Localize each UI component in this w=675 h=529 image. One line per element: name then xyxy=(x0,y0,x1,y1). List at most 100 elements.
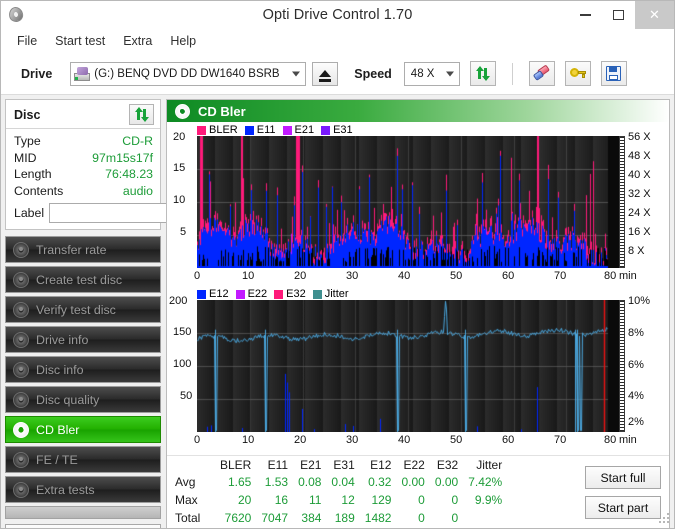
sidebar-item-disc-quality[interactable]: Disc quality xyxy=(5,386,161,413)
sidebar-item-label: Transfer rate xyxy=(36,242,107,257)
cell-total-e22: 0 xyxy=(418,510,425,525)
chevron-down-icon xyxy=(445,71,454,76)
sidebar-item-fe-te[interactable]: FE / TE xyxy=(5,446,161,473)
legend-swatch-bler xyxy=(197,125,206,135)
sidebar-item-verify-test-disc[interactable]: Verify test disc xyxy=(5,296,161,323)
bler-right-tick-24: 24 X xyxy=(628,207,651,219)
e12-ytick-200: 200 xyxy=(169,295,188,307)
cell-avg-bler: 1.65 xyxy=(228,474,252,489)
sidebar-item-extra-tests[interactable]: Extra tests xyxy=(5,476,161,503)
main-content: CD Bler BLER E11 E21 E31 20 15 10 5 56 X… xyxy=(165,95,674,528)
disc-icon xyxy=(175,103,190,119)
refresh-button[interactable] xyxy=(469,61,496,86)
bler-xaxis-unit: min xyxy=(619,270,637,282)
legend-label-e32: E32 xyxy=(286,288,306,300)
cell-avg-e22: 0.00 xyxy=(401,474,425,489)
disc-panel-header: Disc xyxy=(6,100,160,129)
close-button[interactable]: ✕ xyxy=(635,1,674,29)
legend-item-e22: E22 xyxy=(235,288,268,300)
maximize-button[interactable] xyxy=(602,1,635,29)
disc-icon xyxy=(13,271,29,288)
bler-right-tick-32: 32 X xyxy=(628,188,651,200)
menu-item-extra[interactable]: Extra xyxy=(115,31,160,51)
drive-select[interactable]: (G:) BENQ DVD DD DW1640 BSRB xyxy=(70,61,307,86)
legend-label-e31: E31 xyxy=(333,124,353,136)
cell-avg-e32: 0.00 xyxy=(434,474,459,489)
app-window: Opti Drive Control 1.70 ✕ File Start tes… xyxy=(0,0,675,529)
speed-select[interactable]: 48 X xyxy=(403,61,460,86)
menu-item-file[interactable]: File xyxy=(9,31,45,51)
key-icon xyxy=(569,66,586,81)
sidebar-item-transfer-rate[interactable]: Transfer rate xyxy=(5,236,161,263)
sidebar-item-cd-bler[interactable]: CD Bler xyxy=(5,416,161,443)
table-row: Total 7620 7047 384 189 1482 0 0 xyxy=(173,509,507,527)
minimize-button[interactable] xyxy=(569,1,602,29)
disc-row-length: Length 76:48.23 xyxy=(14,166,153,183)
speed-label: Speed xyxy=(354,66,392,81)
sidebar-item-create-test-disc[interactable]: Create test disc xyxy=(5,266,161,293)
legend-swatch-jitter xyxy=(312,289,322,299)
table-row: Max 20 16 11 12 129 0 0 9.9% xyxy=(173,491,507,509)
legend-label-jitter: Jitter xyxy=(324,288,349,300)
sidebar-item-disc-info[interactable]: Disc info xyxy=(5,356,161,383)
menu-item-help[interactable]: Help xyxy=(162,31,204,51)
legend-label-e21: E21 xyxy=(294,124,315,136)
bler-chart-legend: BLER E11 E21 E31 xyxy=(197,124,357,136)
disc-key-length: Length xyxy=(14,167,52,181)
status-window-button[interactable]: Status window > > xyxy=(5,524,161,528)
legend-item-jitter: Jitter xyxy=(312,288,349,300)
panel-title: CD Bler xyxy=(198,103,246,119)
save-button[interactable] xyxy=(600,61,627,86)
erase-button[interactable] xyxy=(528,61,555,86)
drive-select-value: (G:) BENQ DVD DD DW1640 BSRB xyxy=(94,67,280,80)
bler-xtick-60: 60 xyxy=(502,270,515,282)
bler-ytick-20: 20 xyxy=(173,131,186,143)
maximize-icon xyxy=(613,10,624,20)
e12-chart-legend: E12 E22 E32 Jitter xyxy=(197,288,353,300)
e12-right-tick-8pct: 8% xyxy=(628,327,644,339)
sidebar: Disc Type CD-R MID 97m15s17f Length 76:4… xyxy=(1,95,221,528)
bler-ytick-10: 10 xyxy=(173,194,186,206)
floppy-save-icon xyxy=(606,66,622,81)
eject-button[interactable] xyxy=(312,61,339,86)
row-label-avg: Avg xyxy=(175,474,196,489)
charts-area: BLER E11 E21 E31 20 15 10 5 56 X 48 X 40… xyxy=(167,122,669,455)
start-full-button[interactable]: Start full xyxy=(585,466,661,489)
bler-right-tick-8: 8 X xyxy=(628,245,645,257)
disc-panel-title: Disc xyxy=(14,107,41,122)
sidebar-nav: Transfer rate Create test disc Verify te… xyxy=(5,236,161,528)
e12-xtick-40: 40 xyxy=(398,434,411,446)
sidebar-item-drive-info[interactable]: Drive info xyxy=(5,326,161,353)
cell-total-bler: 7620 xyxy=(224,510,252,525)
cell-max-e22: 0 xyxy=(418,492,425,507)
legend-swatch-e32 xyxy=(274,289,284,299)
bler-right-ruler xyxy=(619,136,625,268)
disc-icon xyxy=(13,391,29,408)
sidebar-item-label: CD Bler xyxy=(36,422,80,437)
disc-icon xyxy=(13,421,29,438)
disc-properties: Type CD-R MID 97m15s17f Length 76:48.23 … xyxy=(6,129,221,229)
start-part-button[interactable]: Start part xyxy=(585,496,661,519)
speed-select-value: 48 X xyxy=(410,67,435,80)
e12-right-tick-6pct: 6% xyxy=(628,359,644,371)
disc-icon xyxy=(13,331,29,348)
legend-label-e22: E22 xyxy=(247,288,268,300)
legend-swatch-e12 xyxy=(197,289,206,299)
eject-icon xyxy=(319,70,332,82)
body: Disc Type CD-R MID 97m15s17f Length 76:4… xyxy=(1,95,674,528)
bler-xtick-10: 10 xyxy=(242,270,255,282)
cell-max-e31: 12 xyxy=(341,492,355,507)
resize-grip-icon[interactable] xyxy=(659,513,671,525)
menu-item-start-test[interactable]: Start test xyxy=(47,31,113,51)
e12-right-ruler xyxy=(619,300,625,432)
legend-item-e21: E21 xyxy=(282,124,315,136)
drive-label: Drive xyxy=(21,66,53,81)
disc-value-contents: audio xyxy=(122,183,153,198)
disc-value-mid: 97m15s17f xyxy=(92,150,153,165)
disc-icon xyxy=(13,451,29,468)
key-button[interactable] xyxy=(564,61,591,86)
bler-right-tick-40: 40 X xyxy=(628,169,651,181)
disc-refresh-button[interactable] xyxy=(129,104,154,125)
e12-xtick-60: 60 xyxy=(502,434,515,446)
legend-item-e12: E12 xyxy=(197,288,229,300)
